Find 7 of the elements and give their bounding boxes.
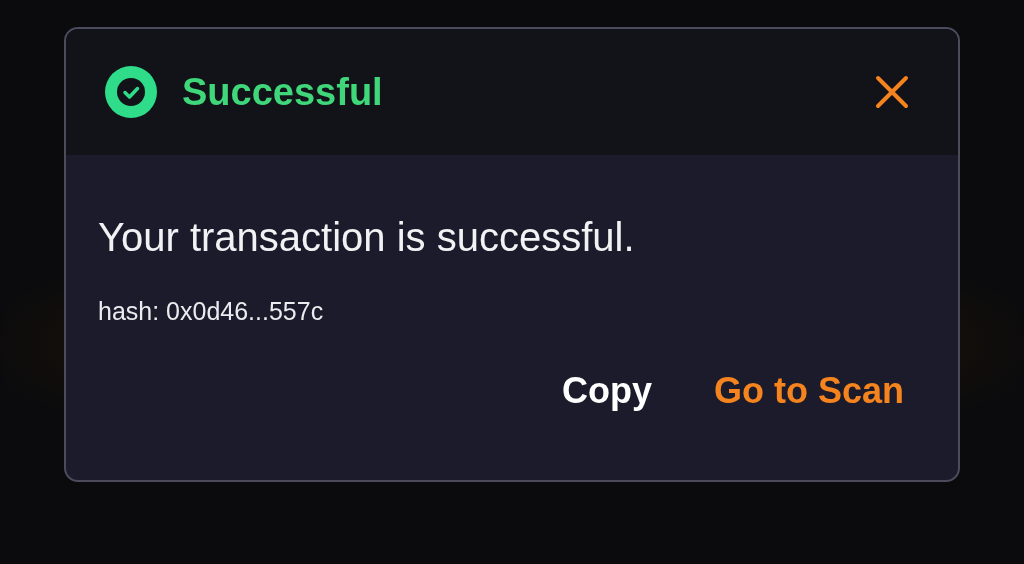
scan-link-button[interactable]: Go to Scan bbox=[713, 368, 904, 413]
close-icon bbox=[875, 75, 909, 109]
dialog-message: Your transaction is successful. bbox=[98, 214, 636, 261]
transaction-hash: hash: 0x0d46...557c bbox=[98, 296, 325, 327]
copy-button[interactable]: Copy bbox=[561, 368, 652, 413]
check-circle-icon bbox=[104, 65, 158, 119]
dialog-title: Successful bbox=[182, 69, 383, 115]
